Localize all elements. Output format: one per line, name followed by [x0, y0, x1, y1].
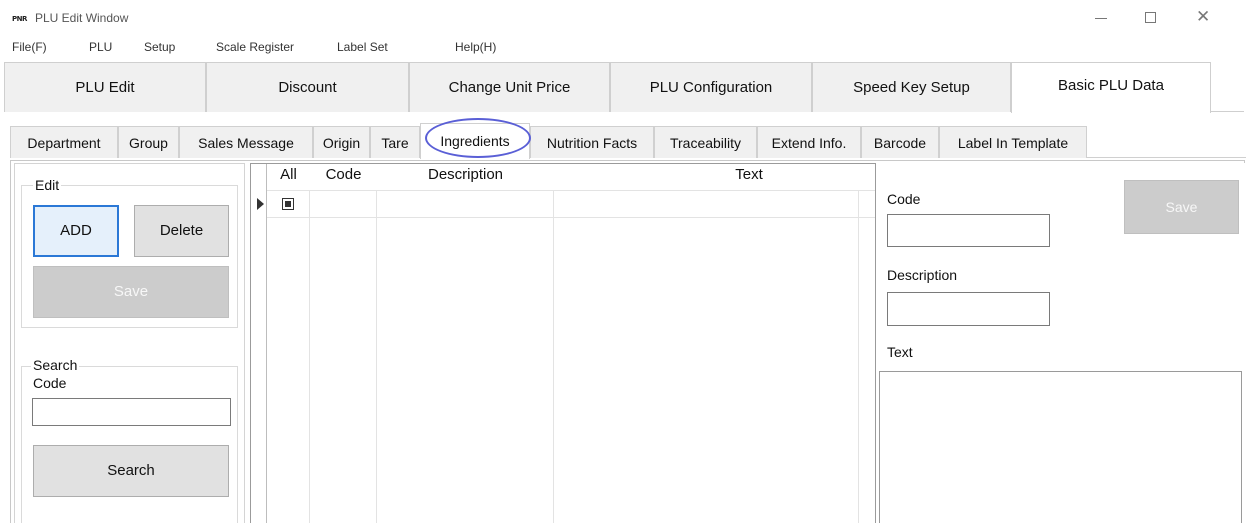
left-panel: Edit ADD Delete Save Search Code Search [14, 163, 245, 523]
add-button[interactable]: ADD [33, 205, 119, 257]
detail-description-label: Description [887, 267, 958, 283]
menu-scale-register[interactable]: Scale Register [216, 40, 294, 54]
subtab-department[interactable]: Department [10, 126, 118, 158]
tab-plu-edit[interactable]: PLU Edit [4, 62, 206, 112]
menu-bar: File(F) PLU Setup Scale Register Label S… [0, 37, 1249, 57]
minimize-button[interactable] [1086, 6, 1116, 30]
search-button[interactable]: Search [33, 445, 229, 497]
plu-edit-window: PNR PLU Edit Window ✕ File(F) PLU Setup … [0, 0, 1249, 523]
minimize-icon [1095, 18, 1107, 19]
row-select-checkbox[interactable] [282, 198, 294, 210]
tab-plu-configuration[interactable]: PLU Configuration [610, 62, 812, 112]
tab-speed-key-setup[interactable]: Speed Key Setup [812, 62, 1011, 112]
ingredients-grid: All Code Description Text [250, 163, 876, 523]
subtab-label-in-template[interactable]: Label In Template [939, 126, 1087, 158]
menu-file[interactable]: File(F) [12, 40, 47, 54]
menu-setup[interactable]: Setup [144, 40, 175, 54]
sub-tab-strip: Department Group Sales Message Origin Ta… [10, 123, 1246, 159]
detail-text-label: Text [887, 344, 913, 360]
search-code-label: Code [33, 375, 67, 391]
detail-save-button[interactable]: Save [1124, 180, 1239, 234]
subtab-nutrition-facts[interactable]: Nutrition Facts [530, 126, 654, 158]
grid-header-all[interactable]: All [267, 164, 310, 191]
tab-discount[interactable]: Discount [206, 62, 409, 112]
subtab-extend-info[interactable]: Extend Info. [757, 126, 861, 158]
grid-header-description[interactable]: Description [377, 164, 554, 191]
close-icon: ✕ [1196, 7, 1211, 27]
detail-code-label: Code [887, 191, 921, 207]
app-logo: PNR [12, 15, 27, 23]
subtab-barcode[interactable]: Barcode [861, 126, 939, 158]
subtab-origin[interactable]: Origin [313, 126, 370, 158]
detail-text-area[interactable] [879, 371, 1242, 523]
table-row[interactable] [267, 217, 875, 218]
subtab-ingredients[interactable]: Ingredients [420, 123, 530, 159]
maximize-icon [1145, 12, 1156, 23]
search-code-input[interactable] [32, 398, 231, 426]
menu-help[interactable]: Help(H) [455, 40, 496, 54]
close-button[interactable]: ✕ [1190, 6, 1220, 30]
menu-label-set[interactable]: Label Set [337, 40, 388, 54]
maximize-button[interactable] [1137, 6, 1167, 30]
tab-basic-plu-data[interactable]: Basic PLU Data [1011, 62, 1211, 113]
window-title: PLU Edit Window [35, 11, 129, 25]
detail-description-input[interactable] [887, 292, 1050, 326]
edit-save-button[interactable]: Save [33, 266, 229, 318]
grid-header-code[interactable]: Code [310, 164, 377, 191]
menu-plu[interactable]: PLU [89, 40, 112, 54]
current-row-indicator-icon [257, 198, 264, 210]
subtab-tare[interactable]: Tare [370, 126, 420, 158]
subtab-traceability[interactable]: Traceability [654, 126, 757, 158]
title-bar: PNR PLU Edit Window ✕ [0, 0, 1249, 34]
row-header-column [251, 164, 267, 523]
delete-button[interactable]: Delete [134, 205, 229, 257]
subtab-sales-message[interactable]: Sales Message [179, 126, 313, 158]
search-legend: Search [31, 357, 80, 373]
edit-legend: Edit [33, 177, 62, 193]
grid-header-text[interactable]: Text [554, 164, 875, 191]
detail-panel: Code Save Description Text [878, 163, 1245, 523]
main-tab-strip: PLU Edit Discount Change Unit Price PLU … [4, 62, 1244, 113]
tab-change-unit-price[interactable]: Change Unit Price [409, 62, 610, 112]
subtab-group[interactable]: Group [118, 126, 179, 158]
detail-code-input[interactable] [887, 214, 1050, 247]
